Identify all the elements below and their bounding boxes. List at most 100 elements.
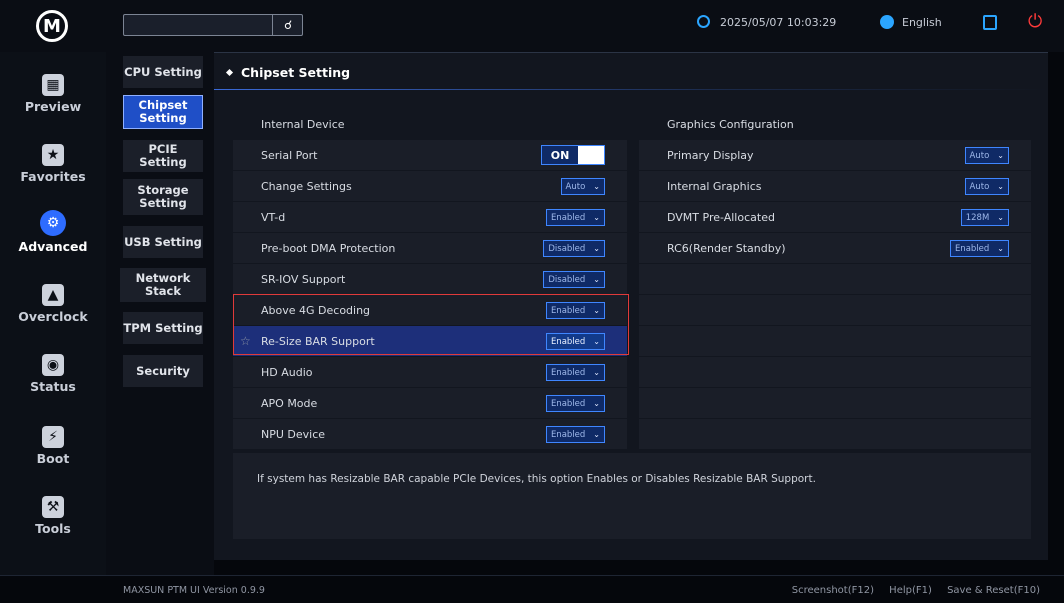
select-value: Disabled — [548, 274, 586, 285]
select-value: Enabled — [550, 367, 586, 378]
setting-row-npu-device[interactable]: NPU Device Enabled ⌄ — [233, 419, 627, 449]
empty-row — [639, 419, 1031, 449]
setting-row-serial-port[interactable]: Serial Port ON — [233, 140, 627, 170]
subnav-cpu-setting[interactable]: CPU Setting — [123, 56, 203, 88]
chevron-down-icon: ⌄ — [593, 182, 600, 191]
subnav-network-stack[interactable]: Network Stack — [120, 268, 206, 302]
setting-row-primary-display[interactable]: Primary Display Auto ⌄ — [639, 140, 1031, 170]
main-sidebar: ▦ Preview ★ Favorites ⚙ Advanced ▲ Overc… — [0, 52, 106, 576]
setting-label: Change Settings — [261, 179, 352, 193]
save-reset-key[interactable]: Save & Reset(F10) — [947, 585, 1040, 596]
rc6-select[interactable]: Enabled ⌄ — [949, 240, 1009, 257]
primary-display-select[interactable]: Auto ⌄ — [964, 147, 1009, 164]
pre-boot-dma-select[interactable]: Disabled ⌄ — [543, 240, 605, 257]
setting-label: NPU Device — [261, 427, 326, 441]
language-label: English — [902, 16, 942, 29]
toggle-knob — [578, 146, 604, 164]
setting-label: Internal Graphics — [667, 179, 762, 193]
setting-row-hd-audio[interactable]: HD Audio Enabled ⌄ — [233, 357, 627, 387]
nav-boot[interactable]: ⚡ Boot — [0, 426, 106, 466]
chevron-down-icon: ⌄ — [997, 182, 1004, 191]
chevron-down-icon: ⌄ — [997, 244, 1004, 253]
subnav-usb-setting[interactable]: USB Setting — [123, 226, 203, 258]
language-selector[interactable]: English — [880, 15, 942, 29]
setting-row-vt-d[interactable]: VT-d Enabled ⌄ — [233, 202, 627, 232]
subnav-chipset-setting[interactable]: Chipset Setting — [123, 95, 203, 129]
setting-label: Primary Display — [667, 148, 754, 162]
hammer-icon: ⚒ — [42, 496, 64, 518]
boot-icon: ⚡ — [42, 426, 64, 448]
serial-port-toggle[interactable]: ON — [541, 145, 605, 165]
save-icon[interactable] — [983, 15, 997, 30]
rocket-icon: ▲ — [42, 284, 64, 306]
sr-iov-select[interactable]: Disabled ⌄ — [543, 271, 605, 288]
nav-label: Status — [30, 379, 76, 394]
datetime-display: 2025/05/07 10:03:29 — [697, 15, 836, 29]
hd-audio-select[interactable]: Enabled ⌄ — [545, 364, 605, 381]
nav-advanced[interactable]: ⚙ Advanced — [0, 210, 106, 254]
chevron-down-icon: ⌄ — [593, 399, 600, 408]
setting-row-dvmt-pre-allocated[interactable]: DVMT Pre-Allocated 128M ⌄ — [639, 202, 1031, 232]
footer-divider — [0, 575, 1064, 576]
nav-label: Overclock — [18, 309, 88, 324]
chevron-down-icon: ⌄ — [593, 430, 600, 439]
subnav-pcie-setting[interactable]: PCIE Setting — [123, 140, 203, 172]
empty-row — [639, 295, 1031, 325]
version-label: MAXSUN PTM UI Version 0.9.9 — [123, 585, 265, 596]
highlight-box — [233, 294, 629, 355]
nav-label: Tools — [35, 521, 71, 536]
section-header-graphics: Graphics Configuration — [667, 117, 794, 131]
page-title-text: Chipset Setting — [241, 65, 351, 80]
select-value: Auto — [969, 181, 990, 192]
setting-row-apo-mode[interactable]: APO Mode Enabled ⌄ — [233, 388, 627, 418]
nav-favorites[interactable]: ★ Favorites — [0, 144, 106, 184]
page-title: Chipset Setting — [225, 65, 351, 80]
change-settings-select[interactable]: Auto ⌄ — [560, 178, 605, 195]
search-icon[interactable]: ☌ — [272, 14, 303, 36]
chevron-down-icon: ⌄ — [593, 244, 600, 253]
title-divider — [214, 89, 1048, 90]
section-header-internal-device: Internal Device — [261, 117, 345, 131]
subnav-storage-setting[interactable]: Storage Setting — [123, 179, 203, 215]
nav-label: Preview — [24, 99, 82, 114]
nav-label: Boot — [36, 451, 70, 466]
nav-preview[interactable]: ▦ Preview — [0, 74, 106, 114]
select-value: Enabled — [550, 398, 586, 409]
help-key[interactable]: Help(F1) — [889, 585, 932, 596]
wrench-icon: ⚙ — [40, 210, 66, 236]
nav-overclock[interactable]: ▲ Overclock — [0, 284, 106, 324]
maxsun-logo-icon: M — [36, 10, 68, 42]
nav-tools[interactable]: ⚒ Tools — [0, 496, 106, 536]
power-icon[interactable]: ⏻ — [1028, 13, 1044, 31]
nav-status[interactable]: ◉ Status — [0, 354, 106, 394]
sub-sidebar: CPU Setting Chipset Setting PCIE Setting… — [106, 52, 214, 576]
subnav-security[interactable]: Security — [123, 355, 203, 387]
apo-mode-select[interactable]: Enabled ⌄ — [545, 395, 605, 412]
subnav-tpm-setting[interactable]: TPM Setting — [123, 312, 203, 344]
setting-row-change-settings[interactable]: Change Settings Auto ⌄ — [233, 171, 627, 201]
toggle-state: ON — [550, 148, 570, 162]
nav-label: Advanced — [18, 239, 88, 254]
chevron-down-icon: ⌄ — [593, 275, 600, 284]
select-value: Auto — [565, 181, 586, 192]
graphics-configuration-list: Graphics Configuration Primary Display A… — [639, 109, 1031, 450]
setting-row-internal-graphics[interactable]: Internal Graphics Auto ⌄ — [639, 171, 1031, 201]
screenshot-key[interactable]: Screenshot(F12) — [792, 585, 874, 596]
vt-d-select[interactable]: Enabled ⌄ — [545, 209, 605, 226]
internal-graphics-select[interactable]: Auto ⌄ — [964, 178, 1009, 195]
setting-row-pre-boot-dma[interactable]: Pre-boot DMA Protection Disabled ⌄ — [233, 233, 627, 263]
dvmt-pre-allocated-select[interactable]: 128M ⌄ — [960, 209, 1009, 226]
star-icon: ★ — [42, 144, 64, 166]
select-value: Disabled — [548, 243, 586, 254]
function-keys: Screenshot(F12) Help(F1) Save & Reset(F1… — [780, 585, 1040, 596]
grid-icon: ▦ — [42, 74, 64, 96]
top-bar: M ☌ 2025/05/07 10:03:29 English ⏻ — [0, 0, 1064, 52]
select-value: Auto — [969, 150, 990, 161]
npu-device-select[interactable]: Enabled ⌄ — [545, 426, 605, 443]
setting-row-sr-iov[interactable]: SR-IOV Support Disabled ⌄ — [233, 264, 627, 294]
setting-row-rc6[interactable]: RC6(Render Standby) Enabled ⌄ — [639, 233, 1031, 263]
empty-row — [639, 357, 1031, 387]
select-value: Enabled — [550, 212, 586, 223]
internal-device-list: Internal Device Serial Port ON Change Se… — [233, 109, 627, 450]
setting-label: RC6(Render Standby) — [667, 241, 786, 255]
